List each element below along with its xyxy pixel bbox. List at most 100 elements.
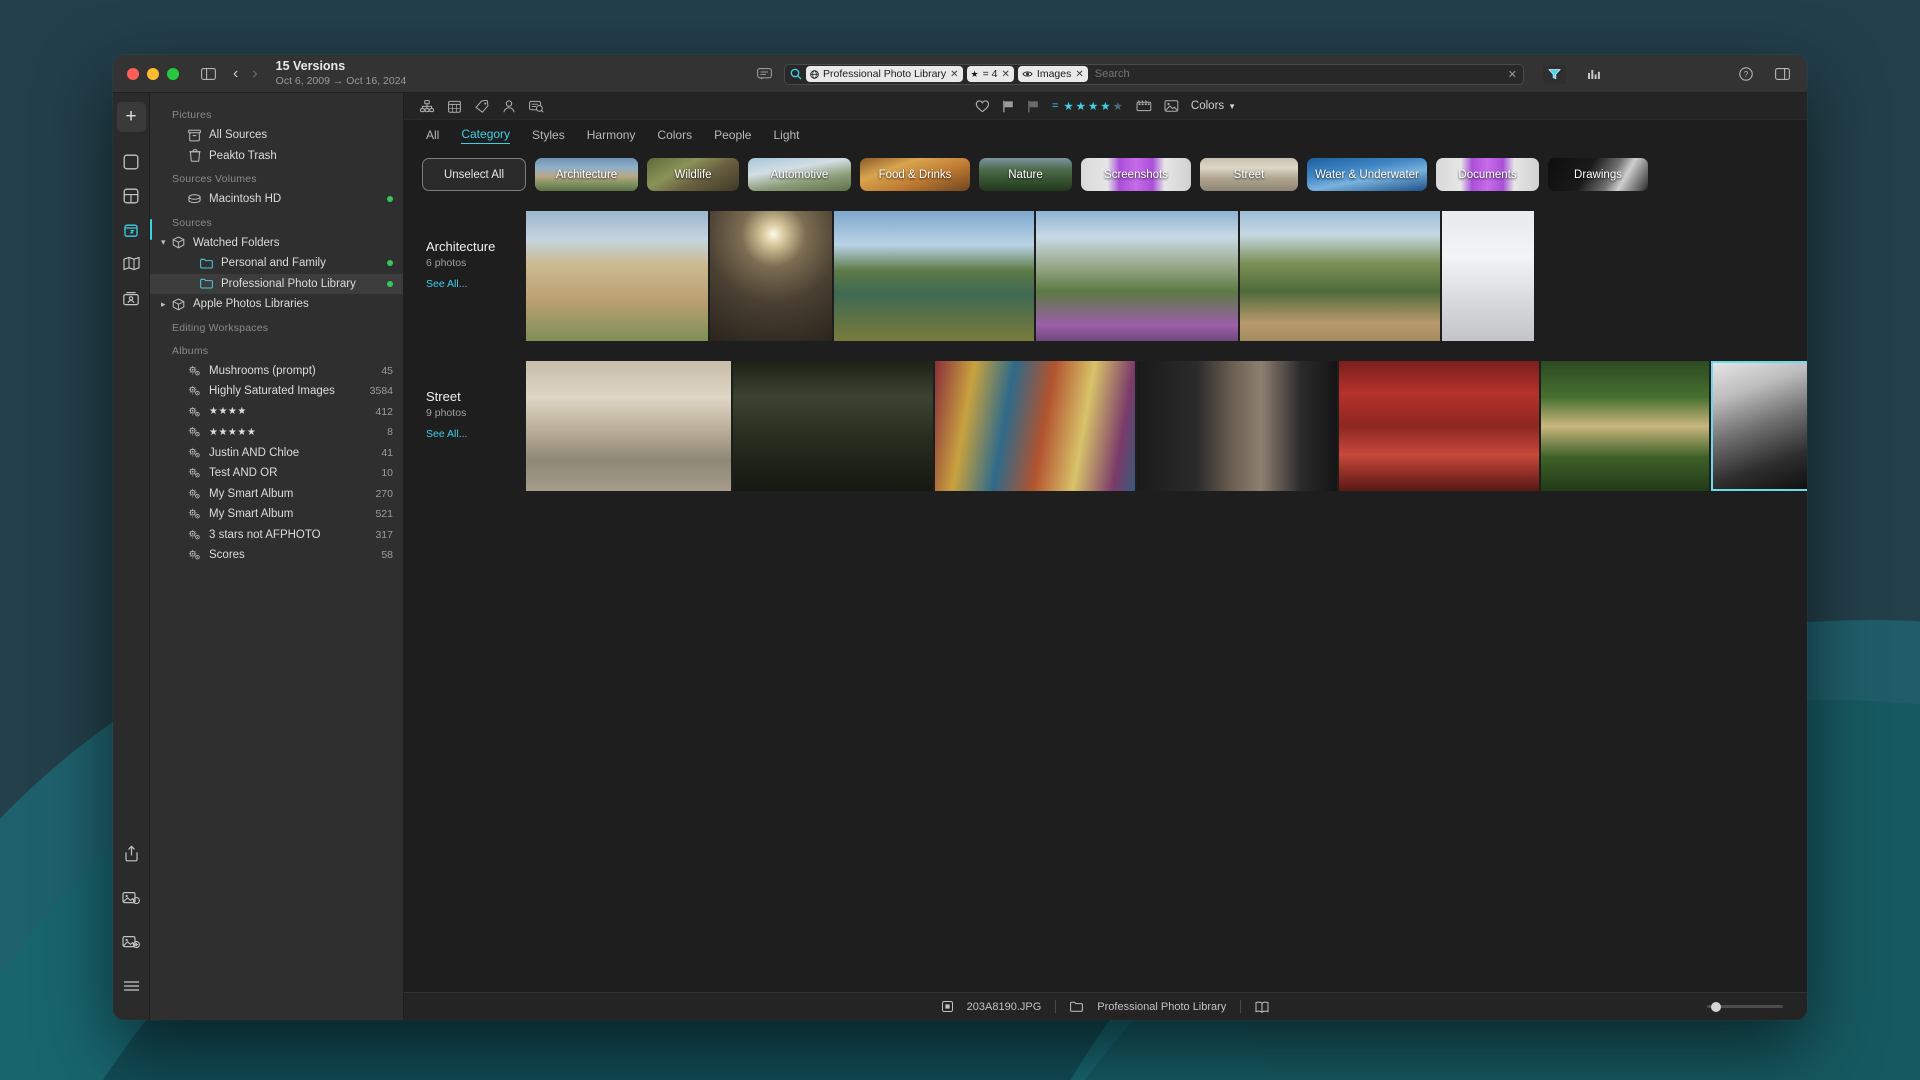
- see-all-link[interactable]: See All...: [426, 428, 526, 440]
- sidebar-item-my-smart-album[interactable]: My Smart Album 270: [150, 484, 403, 505]
- rating-stars[interactable]: = ★ ★ ★ ★ ★: [1052, 99, 1123, 113]
- category-pill-food-drinks[interactable]: Food & Drinks: [860, 158, 970, 191]
- calendar-icon[interactable]: [448, 100, 461, 113]
- rail-item-share[interactable]: [117, 840, 146, 867]
- zoom-slider-track[interactable]: [1707, 1001, 1783, 1012]
- sidebar-item-[interactable]: ★★★★★ 8: [150, 422, 403, 443]
- sidebar-item-highly-saturated-images[interactable]: Highly Saturated Images 3584: [150, 381, 403, 402]
- star-icon[interactable]: ★: [1063, 99, 1073, 113]
- close-button[interactable]: [127, 67, 139, 80]
- filter-button[interactable]: [1543, 64, 1566, 84]
- rail-item-grid-view[interactable]: [117, 182, 146, 209]
- navigation-arrows[interactable]: ‹ ›: [233, 65, 258, 82]
- tab-category[interactable]: Category: [461, 127, 511, 144]
- thumb-street-1[interactable]: [526, 361, 731, 491]
- search-field[interactable]: Professional Photo Library ✕ ★ = 4 ✕ Ima…: [784, 63, 1524, 85]
- rail-item-single-view[interactable]: [117, 148, 146, 175]
- zoom-slider-knob[interactable]: [1711, 1001, 1721, 1012]
- star-icon[interactable]: ★: [1113, 99, 1123, 113]
- tab-all[interactable]: All: [426, 128, 439, 142]
- see-all-link[interactable]: See All...: [426, 278, 526, 290]
- thumb-architecture-3[interactable]: [834, 211, 1034, 341]
- film-icon[interactable]: [1136, 100, 1151, 112]
- comment-icon[interactable]: [753, 63, 775, 85]
- star-icon[interactable]: ★: [1088, 99, 1098, 113]
- chevron-right-icon[interactable]: ▸: [161, 299, 166, 310]
- rail-item-map[interactable]: [117, 250, 146, 277]
- sidebar-item-all-sources[interactable]: All Sources: [150, 125, 403, 146]
- thumb-street-4[interactable]: [1137, 361, 1337, 491]
- tab-people[interactable]: People: [714, 128, 751, 142]
- rating-operator[interactable]: =: [1052, 100, 1058, 112]
- flag-reject-icon[interactable]: [1027, 100, 1039, 113]
- star-icon[interactable]: ★: [1100, 99, 1110, 113]
- maximize-button[interactable]: [167, 67, 179, 80]
- category-pill-water-underwater[interactable]: Water & Underwater: [1307, 158, 1427, 191]
- category-pill-architecture[interactable]: Architecture: [535, 158, 638, 191]
- person-icon[interactable]: [503, 99, 515, 113]
- thumb-street-5[interactable]: [1339, 361, 1539, 491]
- histogram-button[interactable]: [1583, 63, 1605, 85]
- rail-item-menu[interactable]: [117, 972, 146, 999]
- sidebar-item-[interactable]: ★★★★ 412: [150, 402, 403, 423]
- image-icon[interactable]: [1164, 100, 1178, 112]
- sidebar-item-test-and-or[interactable]: Test AND OR 10: [150, 463, 403, 484]
- sidebar-item-personal-and-family[interactable]: Personal and Family: [150, 253, 403, 274]
- thumb-street-6[interactable]: [1541, 361, 1709, 491]
- rail-item-library[interactable]: [117, 216, 152, 243]
- thumb-street-2[interactable]: [733, 361, 933, 491]
- zoom-slider[interactable]: [1707, 1001, 1783, 1012]
- book-icon[interactable]: [1255, 1001, 1269, 1013]
- close-icon[interactable]: ✕: [1002, 69, 1010, 80]
- add-button[interactable]: +: [116, 102, 146, 132]
- sidebar-item-3-stars-not-afphoto[interactable]: 3 stars not AFPHOTO 317: [150, 525, 403, 546]
- sidebar-toggle-icon[interactable]: [197, 63, 219, 85]
- tab-colors[interactable]: Colors: [657, 128, 692, 142]
- category-pill-unselect-all[interactable]: Unselect All: [422, 158, 526, 191]
- clear-search-icon[interactable]: ✕: [1508, 68, 1519, 81]
- rail-item-add-photos[interactable]: [117, 928, 146, 955]
- help-icon[interactable]: ?: [1735, 63, 1757, 85]
- sidebar-item-peakto-trash[interactable]: Peakto Trash: [150, 146, 403, 167]
- inspector-toggle-icon[interactable]: [1771, 63, 1793, 85]
- thumb-architecture-1[interactable]: [526, 211, 708, 341]
- search-token-library[interactable]: Professional Photo Library ✕: [806, 66, 963, 82]
- sidebar-item-apple-photos-libraries[interactable]: ▸ Apple Photos Libraries: [150, 294, 403, 315]
- sidebar-item-professional-photo-library[interactable]: Professional Photo Library: [150, 273, 403, 294]
- heart-icon[interactable]: [975, 99, 989, 113]
- tab-styles[interactable]: Styles: [532, 128, 565, 142]
- minimize-button[interactable]: [147, 67, 159, 80]
- forward-icon[interactable]: ›: [252, 65, 257, 82]
- category-pill-nature[interactable]: Nature: [979, 158, 1072, 191]
- close-icon[interactable]: ✕: [1075, 69, 1083, 80]
- sidebar-item-mushrooms-prompt[interactable]: Mushrooms (prompt) 45: [150, 361, 403, 382]
- category-pill-drawings[interactable]: Drawings: [1548, 158, 1648, 191]
- tag-icon[interactable]: [475, 99, 489, 113]
- hierarchy-icon[interactable]: [420, 99, 434, 113]
- chevron-down-icon[interactable]: ▾: [161, 237, 166, 248]
- sidebar-item-scores[interactable]: Scores 58: [150, 545, 403, 566]
- category-pill-wildlife[interactable]: Wildlife: [647, 158, 739, 191]
- colors-dropdown[interactable]: Colors ▼: [1191, 100, 1236, 112]
- sidebar-item-watched-folders[interactable]: ▾ Watched Folders: [150, 233, 403, 254]
- search-input[interactable]: [1091, 68, 1504, 80]
- sidebar-item-justin-and-chloe[interactable]: Justin AND Chloe 41: [150, 443, 403, 464]
- search-token-rating[interactable]: ★ = 4 ✕: [966, 66, 1014, 82]
- tab-light[interactable]: Light: [773, 128, 799, 142]
- thumb-street-7[interactable]: [1711, 361, 1807, 491]
- thumb-architecture-5[interactable]: [1240, 211, 1440, 341]
- rail-item-duplicates[interactable]: [117, 884, 146, 911]
- tab-harmony[interactable]: Harmony: [587, 128, 636, 142]
- thumb-architecture-4[interactable]: [1036, 211, 1238, 341]
- thumb-architecture-6[interactable]: [1442, 211, 1534, 341]
- category-pill-documents[interactable]: Documents: [1436, 158, 1539, 191]
- caption-search-icon[interactable]: [529, 100, 544, 113]
- close-icon[interactable]: ✕: [950, 69, 958, 80]
- star-icon[interactable]: ★: [1076, 99, 1086, 113]
- rail-item-people[interactable]: [117, 284, 146, 311]
- category-pill-street[interactable]: Street: [1200, 158, 1298, 191]
- category-pill-screenshots[interactable]: Screenshots: [1081, 158, 1191, 191]
- category-pill-automotive[interactable]: Automotive: [748, 158, 851, 191]
- thumb-street-3[interactable]: [935, 361, 1135, 491]
- back-icon[interactable]: ‹: [233, 65, 238, 82]
